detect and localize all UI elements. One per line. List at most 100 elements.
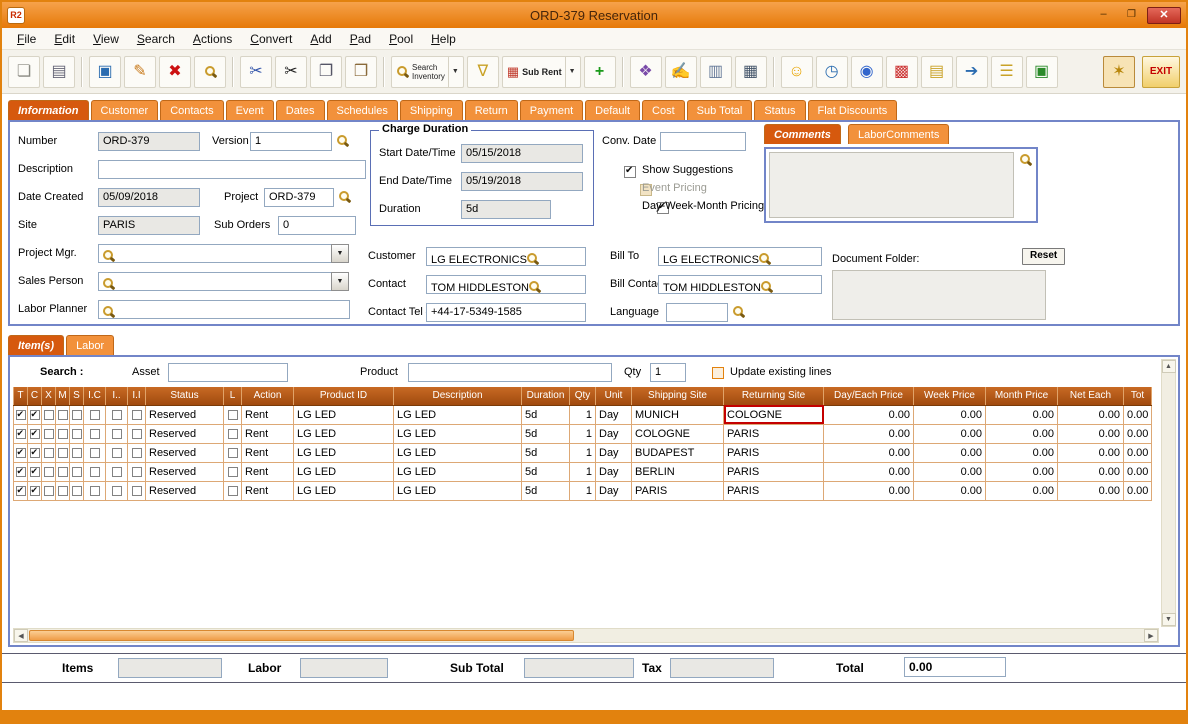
dropdown-icon[interactable]: ▼: [448, 57, 459, 87]
cell-ii[interactable]: [128, 405, 146, 424]
date-created-field[interactable]: 05/09/2018: [98, 188, 200, 207]
project-search-icon[interactable]: [338, 190, 351, 203]
cell-action[interactable]: Rent: [242, 424, 294, 443]
cell-ic[interactable]: [84, 481, 106, 500]
tab-information[interactable]: Information: [8, 100, 89, 120]
tab-schedules[interactable]: Schedules: [327, 100, 398, 120]
find-button[interactable]: [194, 56, 226, 88]
close-button[interactable]: ✕: [1147, 7, 1181, 24]
col-action[interactable]: Action: [242, 387, 294, 405]
rubik-button[interactable]: ▩: [886, 56, 918, 88]
disk-button[interactable]: ◉: [851, 56, 883, 88]
labor-planner-field[interactable]: [98, 300, 350, 319]
search-inventory-button[interactable]: SearchInventory ▼: [391, 56, 464, 88]
conv-date-field[interactable]: [660, 132, 746, 151]
cell-t[interactable]: [14, 424, 28, 443]
cell-product-id[interactable]: LG LED: [294, 443, 394, 462]
col-shipping-site[interactable]: Shipping Site: [632, 387, 724, 405]
tab-status[interactable]: Status: [754, 100, 805, 120]
site-field[interactable]: PARIS: [98, 216, 200, 235]
cell-s[interactable]: [70, 443, 84, 462]
checkbox-t[interactable]: [16, 486, 26, 496]
cell-description[interactable]: LG LED: [394, 443, 522, 462]
cell-x[interactable]: [42, 443, 56, 462]
scroll-left-button[interactable]: ◀: [14, 629, 28, 642]
sales-person-dropdown[interactable]: ▼: [331, 272, 349, 291]
cell-unit[interactable]: Day: [596, 443, 632, 462]
cell-qty[interactable]: 1: [570, 481, 596, 500]
cell-l[interactable]: [224, 424, 242, 443]
cell-t[interactable]: [14, 405, 28, 424]
cell-shipping-site[interactable]: BERLIN: [632, 462, 724, 481]
cell-m[interactable]: [56, 424, 70, 443]
tab-flat-discounts[interactable]: Flat Discounts: [808, 100, 898, 120]
tab-cost[interactable]: Cost: [642, 100, 685, 120]
checkbox-s[interactable]: [72, 410, 82, 420]
cell-total[interactable]: 0.00: [1124, 481, 1152, 500]
cell-l[interactable]: [224, 405, 242, 424]
cell-t[interactable]: [14, 462, 28, 481]
cell-day-each-price[interactable]: 0.00: [824, 405, 914, 424]
cell-week-price[interactable]: 0.00: [914, 424, 986, 443]
col-total[interactable]: Tot: [1124, 387, 1152, 405]
new-document-button[interactable]: ❏: [8, 56, 40, 88]
cell-shipping-site[interactable]: MUNICH: [632, 405, 724, 424]
cell-qty[interactable]: 1: [570, 405, 596, 424]
col-l[interactable]: L: [224, 387, 242, 405]
clock-button[interactable]: ◷: [816, 56, 848, 88]
checkbox-l[interactable]: [228, 486, 238, 496]
sales-person-search-icon[interactable]: [102, 277, 115, 290]
cell-ic[interactable]: [84, 462, 106, 481]
cell-s[interactable]: [70, 424, 84, 443]
checkbox-c[interactable]: [30, 410, 40, 420]
checkbox-t[interactable]: [16, 467, 26, 477]
tab-customer[interactable]: Customer: [91, 100, 159, 120]
checkbox-ii[interactable]: [132, 429, 142, 439]
checkbox-ii[interactable]: [132, 467, 142, 477]
table-row[interactable]: Reserved Rent LG LED LG LED 5d 1 Day PAR…: [14, 481, 1152, 500]
checkbox-m[interactable]: [58, 486, 68, 496]
reset-button[interactable]: Reset: [1022, 248, 1065, 265]
menu-help[interactable]: Help: [422, 30, 465, 48]
checkbox-x[interactable]: [44, 486, 54, 496]
cell-action[interactable]: Rent: [242, 405, 294, 424]
col-ii[interactable]: I.I: [128, 387, 146, 405]
end-datetime-field[interactable]: 05/19/2018: [461, 172, 583, 191]
tab-contacts[interactable]: Contacts: [160, 100, 223, 120]
cell-ic[interactable]: [84, 405, 106, 424]
checkbox-i2[interactable]: [112, 448, 122, 458]
cell-qty[interactable]: 1: [570, 443, 596, 462]
cell-week-price[interactable]: 0.00: [914, 443, 986, 462]
checkbox-ic[interactable]: [90, 410, 100, 420]
contact-search-icon[interactable]: [528, 280, 541, 293]
cell-duration[interactable]: 5d: [522, 405, 570, 424]
scroll-right-button[interactable]: ▶: [1144, 629, 1158, 642]
asset-input[interactable]: [168, 363, 288, 382]
minimize-button[interactable]: –: [1091, 7, 1116, 24]
customer-search-icon[interactable]: [526, 252, 539, 265]
cell-unit[interactable]: Day: [596, 424, 632, 443]
cell-shipping-site[interactable]: BUDAPEST: [632, 443, 724, 462]
cell-m[interactable]: [56, 443, 70, 462]
cell-status[interactable]: Reserved: [146, 424, 224, 443]
cell-status[interactable]: Reserved: [146, 443, 224, 462]
checkbox-i2[interactable]: [112, 486, 122, 496]
maximize-button[interactable]: ❐: [1119, 7, 1144, 24]
comments-area[interactable]: [769, 152, 1014, 218]
print-button[interactable]: ▤: [43, 56, 75, 88]
cell-shipping-site[interactable]: PARIS: [632, 481, 724, 500]
horizontal-scrollbar[interactable]: ◀ ▶: [13, 628, 1159, 643]
transfer-button[interactable]: ➔: [956, 56, 988, 88]
tab-return[interactable]: Return: [465, 100, 518, 120]
project-mgr-search-icon[interactable]: [102, 249, 115, 262]
customer-field[interactable]: LG ELECTRONICS: [426, 247, 586, 266]
copy-button[interactable]: ❐: [310, 56, 342, 88]
cell-description[interactable]: LG LED: [394, 481, 522, 500]
scroll-up-button[interactable]: ▲: [1162, 360, 1176, 373]
cell-net-each[interactable]: 0.00: [1058, 481, 1124, 500]
cell-unit[interactable]: Day: [596, 481, 632, 500]
col-net-each[interactable]: Net Each: [1058, 387, 1124, 405]
forms-print-button[interactable]: ▦: [735, 56, 767, 88]
tab-labor-comments[interactable]: LaborComments: [848, 124, 949, 144]
menu-add[interactable]: Add: [301, 30, 340, 48]
